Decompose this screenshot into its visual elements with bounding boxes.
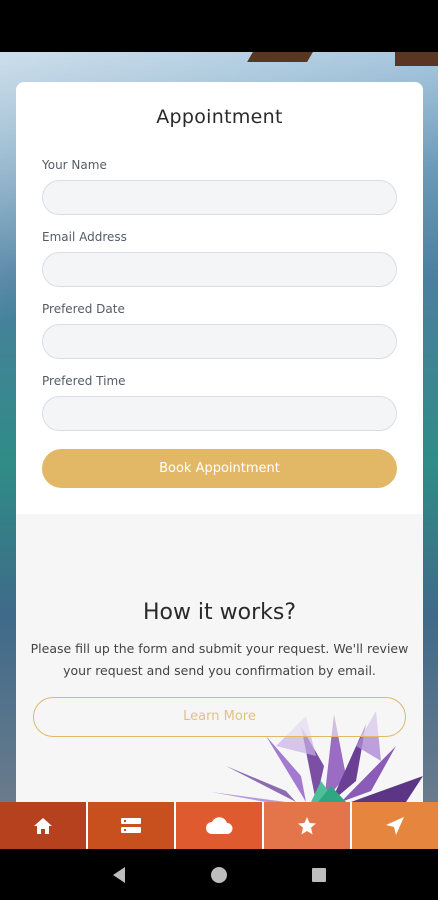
form-title: Appointment <box>156 106 283 128</box>
time-label: Prefered Time <box>42 374 126 388</box>
time-input[interactable] <box>42 396 397 431</box>
how-it-works-title: How it works? <box>142 600 297 625</box>
home-circle-icon[interactable] <box>210 866 228 884</box>
android-navigation-bar <box>0 849 438 900</box>
book-appointment-button[interactable]: Book Appointment <box>42 449 397 488</box>
nav-cloud[interactable] <box>176 802 264 849</box>
status-bar <box>0 0 438 52</box>
date-label: Prefered Date <box>42 302 125 316</box>
nav-star[interactable] <box>264 802 352 849</box>
email-input[interactable] <box>42 252 397 287</box>
nav-home[interactable] <box>0 802 88 849</box>
name-input[interactable] <box>42 180 397 215</box>
how-it-works-text: Please fill up the form and submit your … <box>30 641 409 678</box>
name-label: Your Name <box>42 158 107 172</box>
learn-more-button[interactable]: Learn More <box>33 697 406 737</box>
appointment-card: Appointment Your Name Email Address Pref… <box>16 82 423 802</box>
recents-icon[interactable] <box>311 867 327 883</box>
bottom-nav <box>0 802 438 849</box>
nav-location[interactable] <box>352 802 438 849</box>
list-icon <box>121 817 141 833</box>
date-input[interactable] <box>42 324 397 359</box>
star-icon <box>298 816 316 834</box>
nav-list[interactable] <box>88 802 176 849</box>
back-icon[interactable] <box>111 866 127 884</box>
email-label: Email Address <box>42 230 127 244</box>
navigation-arrow-icon <box>386 816 404 835</box>
cloud-icon <box>206 816 233 834</box>
home-icon <box>34 817 52 834</box>
